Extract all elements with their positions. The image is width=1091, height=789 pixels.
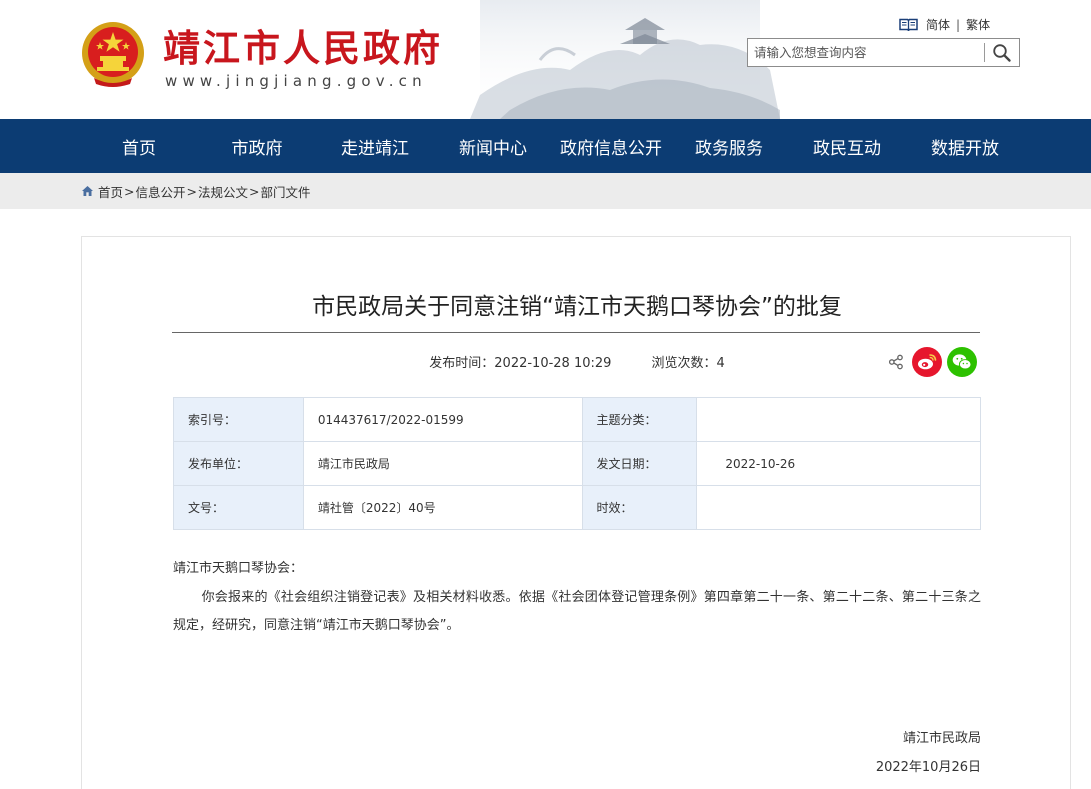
publish-time: 2022-10-28 10:29 [494, 356, 612, 371]
breadcrumb-regulations[interactable]: 法规公文 [198, 182, 248, 201]
index-number-value: 014437617/2022-01599 [302, 397, 583, 442]
publisher-label: 发布单位： [173, 441, 304, 486]
share-icon[interactable] [888, 354, 904, 370]
article-body: 靖江市天鹅口琴协会： 你会报来的《社会组织注销登记表》及相关材料收悉。依据《社会… [173, 555, 981, 641]
topic-label: 主题分类： [581, 397, 698, 442]
weibo-icon [918, 354, 937, 370]
breadcrumb-separator: > [124, 183, 135, 199]
language-switcher: 简体 | 繁体 [899, 16, 990, 33]
document-number-value: 靖社管〔2022〕40号 [302, 485, 583, 530]
title-divider [172, 332, 980, 333]
site-title: 靖江市人民政府 [163, 26, 443, 70]
search-button[interactable] [985, 39, 1019, 66]
site-header: 靖江市人民政府 www.jingjiang.gov.cn 简体 | 繁体 [0, 0, 1091, 119]
nav-item-government-services[interactable]: 政务服务 [670, 119, 788, 173]
site-url: www.jingjiang.gov.cn [165, 72, 427, 90]
issue-date-value: 2022-10-26 [696, 441, 981, 486]
search-input[interactable] [748, 39, 984, 66]
validity-value [696, 485, 981, 530]
nav-item-government-info[interactable]: 政府信息公开 [552, 119, 670, 173]
share-bar [888, 347, 977, 377]
breadcrumb-bar: 首页 > 信息公开 > 法规公文 > 部门文件 [0, 173, 1091, 209]
topic-value [696, 397, 981, 442]
nav-item-public-interaction[interactable]: 政民互动 [788, 119, 906, 173]
document-info-table: 索引号： 014437617/2022-01599 主题分类： 发布单位： 靖江… [173, 397, 981, 530]
table-row: 索引号： 014437617/2022-01599 主题分类： [173, 397, 981, 442]
article-card: 市民政局关于同意注销“靖江市天鹅口琴协会”的批复 发布时间：2022-10-28… [81, 236, 1071, 789]
nav-item-open-data[interactable]: 数据开放 [906, 119, 1024, 173]
signature-date: 2022年10月26日 [875, 760, 981, 775]
simplified-chinese-link[interactable]: 简体 [926, 16, 950, 33]
table-row: 发布单位： 靖江市民政局 发文日期： 2022-10-26 [173, 441, 981, 486]
breadcrumb-home[interactable]: 首页 [98, 182, 123, 201]
nav-item-home[interactable]: 首页 [80, 119, 198, 173]
emblem-icon [82, 22, 144, 87]
header-scenery-image [470, 0, 780, 119]
signature-organization: 靖江市民政局 [902, 731, 981, 746]
breadcrumb-info-disclosure[interactable]: 信息公开 [136, 182, 186, 201]
index-number-label: 索引号： [173, 397, 304, 442]
publisher-value: 靖江市民政局 [302, 441, 583, 486]
book-icon [899, 18, 918, 31]
publish-time-label: 发布时间： [429, 356, 495, 371]
nav-item-news-center[interactable]: 新闻中心 [434, 119, 552, 173]
validity-label: 时效： [581, 485, 698, 530]
breadcrumb-department-documents[interactable]: 部门文件 [261, 182, 311, 201]
salutation: 靖江市天鹅口琴协会： [173, 561, 304, 576]
table-row: 文号： 靖社管〔2022〕40号 时效： [173, 485, 981, 530]
traditional-chinese-link[interactable]: 繁体 [966, 16, 990, 33]
search-icon [993, 43, 1011, 62]
view-count-label: 浏览次数： [651, 356, 717, 371]
weibo-share-button[interactable] [912, 347, 942, 377]
home-icon [82, 186, 93, 196]
breadcrumb: 首页 > 信息公开 > 法规公文 > 部门文件 [81, 173, 311, 209]
issue-date-label: 发文日期： [581, 441, 698, 486]
main-nav: 首页 市政府 走进靖江 新闻中心 政府信息公开 政务服务 政民互动 数据开放 [0, 119, 1091, 173]
search-box [747, 38, 1020, 67]
view-count: 4 [716, 356, 725, 371]
nav-item-about-jingjiang[interactable]: 走进靖江 [316, 119, 434, 173]
document-number-label: 文号： [173, 485, 304, 530]
body-paragraph: 你会报来的《社会组织注销登记表》及相关材料收悉。依据《社会团体登记管理条例》第四… [173, 589, 981, 634]
language-separator: | [956, 17, 961, 32]
nav-item-city-government[interactable]: 市政府 [198, 119, 316, 173]
wechat-icon [952, 354, 972, 370]
breadcrumb-separator: > [186, 183, 197, 199]
article-title: 市民政局关于同意注销“靖江市天鹅口琴协会”的批复 [312, 294, 842, 320]
wechat-share-button[interactable] [947, 347, 977, 377]
breadcrumb-separator: > [249, 183, 260, 199]
